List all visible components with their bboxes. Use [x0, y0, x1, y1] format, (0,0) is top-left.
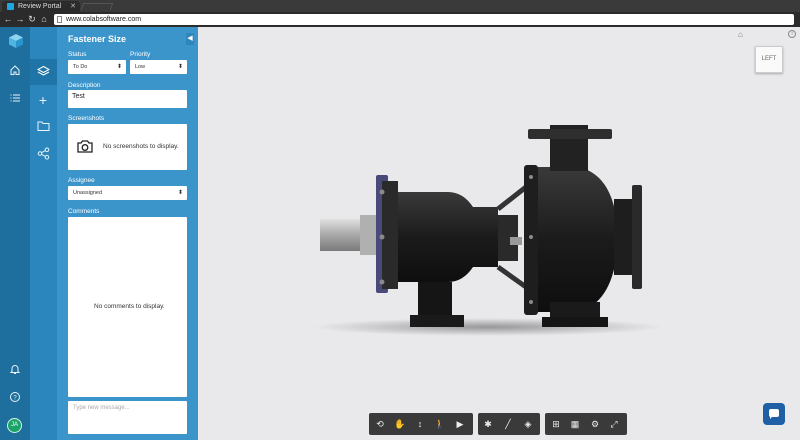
help-icon[interactable]: ?	[7, 391, 23, 405]
fullscreen-icon[interactable]: ⤢	[607, 417, 621, 431]
page-icon	[57, 16, 62, 23]
priority-label: Priority	[130, 51, 151, 58]
explode-icon[interactable]: ✱	[481, 417, 495, 431]
orbit-icon[interactable]: ⟲	[373, 417, 387, 431]
select-arrows-icon: ⬍	[177, 64, 183, 70]
panel-title: Fastener Size	[68, 34, 127, 44]
zoom-icon[interactable]: ↕	[413, 417, 427, 431]
address-bar[interactable]: www.colabsoftware.com	[54, 14, 794, 25]
browser-tab[interactable]: Review Portal ✕	[2, 1, 80, 12]
add-icon[interactable]: +	[35, 93, 51, 107]
reload-icon[interactable]: ↻	[27, 14, 37, 24]
app-logo-icon[interactable]	[8, 33, 24, 49]
screenshots-box: No screenshots to display.	[68, 124, 187, 170]
info-icon[interactable]: i	[788, 30, 796, 38]
secondary-nav-rail: +	[30, 27, 78, 440]
status-select[interactable]: To Do ⬍	[68, 60, 126, 74]
collapse-panel-button[interactable]: ◀	[186, 33, 194, 45]
browser-tab-bar: Review Portal ✕	[0, 0, 800, 12]
chat-button[interactable]	[763, 403, 785, 425]
favicon-icon	[7, 3, 14, 10]
assignee-value: Unassigned	[73, 190, 103, 196]
share-icon[interactable]	[35, 147, 51, 161]
svg-text:?: ?	[13, 395, 17, 401]
url-text: www.colabsoftware.com	[66, 16, 142, 23]
priority-value: Low	[135, 64, 146, 70]
close-tab-icon[interactable]: ✕	[70, 1, 76, 12]
description-field[interactable]: Test	[68, 90, 187, 108]
comments-label: Comments	[68, 208, 100, 215]
model-toolbar: ⊞ ▦ ⚙ ⤢	[545, 413, 627, 435]
status-label: Status	[68, 51, 87, 58]
select-arrows-icon: ⬍	[177, 190, 183, 196]
assignee-label: Assignee	[68, 177, 95, 184]
priority-select[interactable]: Low ⬍	[130, 60, 187, 74]
primary-nav-rail: ? JA	[0, 27, 30, 440]
navigation-toolbar: ⟲ ✋ ↕ 🚶 ▶	[369, 413, 473, 435]
walk-person-icon[interactable]: 🚶	[433, 417, 447, 431]
measure-icon[interactable]: ╱	[501, 417, 515, 431]
folder-icon[interactable]	[35, 120, 51, 134]
pump-model[interactable]	[298, 97, 668, 342]
viewer-home-icon[interactable]: ⌂	[738, 30, 743, 39]
new-tab-button[interactable]	[80, 3, 114, 10]
select-arrows-icon: ⬍	[116, 64, 122, 70]
measure-toolbar: ✱ ╱ ◈	[478, 413, 540, 435]
properties-icon[interactable]: ▦	[568, 417, 582, 431]
bell-icon[interactable]	[7, 363, 23, 377]
home-icon[interactable]: ⌂	[39, 14, 49, 24]
tab-title: Review Portal	[18, 3, 62, 10]
assignee-select[interactable]: Unassigned ⬍	[68, 186, 187, 200]
view-cube[interactable]: LEFT	[755, 46, 783, 73]
status-value: To Do	[73, 64, 88, 70]
message-placeholder: Type new message...	[73, 405, 130, 411]
camera-view-icon[interactable]: ▶	[453, 417, 467, 431]
model-tree-icon[interactable]: ⊞	[549, 417, 563, 431]
section-icon[interactable]: ◈	[521, 417, 535, 431]
screenshots-label: Screenshots	[68, 115, 105, 122]
settings-gear-icon[interactable]: ⚙	[588, 417, 602, 431]
forward-icon[interactable]: →	[15, 14, 25, 24]
list-nav-icon[interactable]	[7, 92, 23, 106]
pan-hand-icon[interactable]: ✋	[393, 417, 407, 431]
message-input[interactable]: Type new message...	[68, 401, 187, 434]
browser-nav-bar: ← → ↻ ⌂ www.colabsoftware.com	[0, 12, 800, 27]
back-icon[interactable]: ←	[3, 14, 13, 24]
issue-panel: Fastener Size Status To Do ⬍ Priority Lo…	[57, 27, 198, 440]
model-viewer[interactable]: ⌂ i LEFT ⟲ ✋ ↕ 🚶 ▶ ✱ ╱ ◈ ⊞ ▦ ⚙ ⤢	[198, 27, 800, 440]
camera-icon[interactable]	[76, 139, 94, 154]
app: ? JA + Fastener Size Status To Do ⬍ Prio…	[0, 27, 800, 440]
layers-icon[interactable]	[35, 65, 51, 79]
comments-box: No comments to display.	[68, 217, 187, 397]
home-nav-icon[interactable]	[7, 64, 23, 78]
comments-empty-text: No comments to display.	[94, 303, 165, 310]
description-label: Description	[68, 82, 101, 89]
screenshots-empty-text: No screenshots to display.	[103, 143, 179, 150]
user-avatar[interactable]: JA	[7, 418, 22, 433]
